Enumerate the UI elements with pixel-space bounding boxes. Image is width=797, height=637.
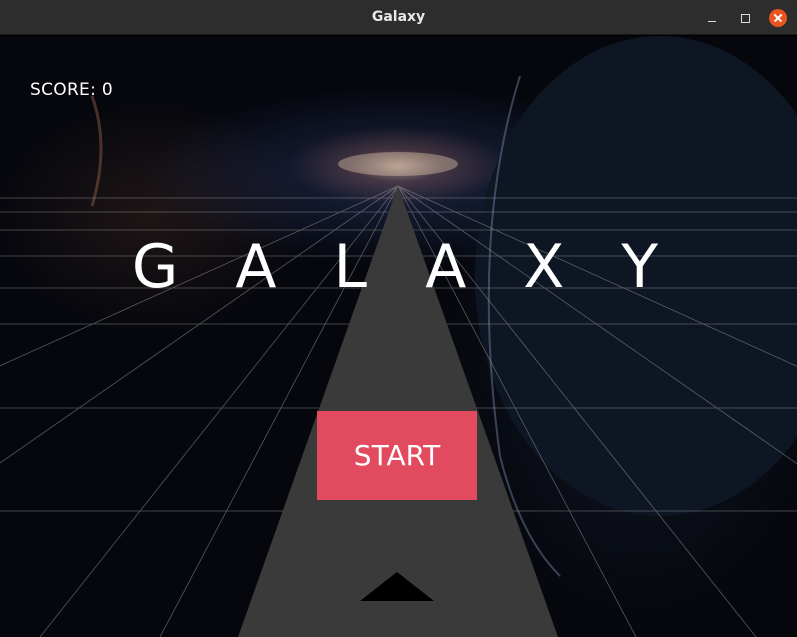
close-icon — [769, 9, 787, 27]
title-bar[interactable]: Galaxy — [0, 0, 797, 35]
game-title: GALAXY — [131, 232, 716, 302]
start-button[interactable]: START — [317, 411, 477, 500]
close-button[interactable] — [768, 8, 788, 28]
maximize-button[interactable] — [735, 8, 755, 28]
horizon-glow — [338, 152, 458, 176]
game-window: Galaxy SCORE: 0 GALAXY START — [0, 0, 797, 637]
score-label: SCORE: 0 — [30, 80, 113, 100]
minimize-button[interactable] — [702, 8, 722, 28]
maximize-icon — [740, 13, 750, 23]
window-title: Galaxy — [371, 9, 426, 25]
game-canvas[interactable]: SCORE: 0 GALAXY START — [0, 36, 797, 637]
planet-left — [90, 95, 103, 207]
game-scene — [0, 36, 797, 637]
minimize-icon — [708, 20, 716, 22]
